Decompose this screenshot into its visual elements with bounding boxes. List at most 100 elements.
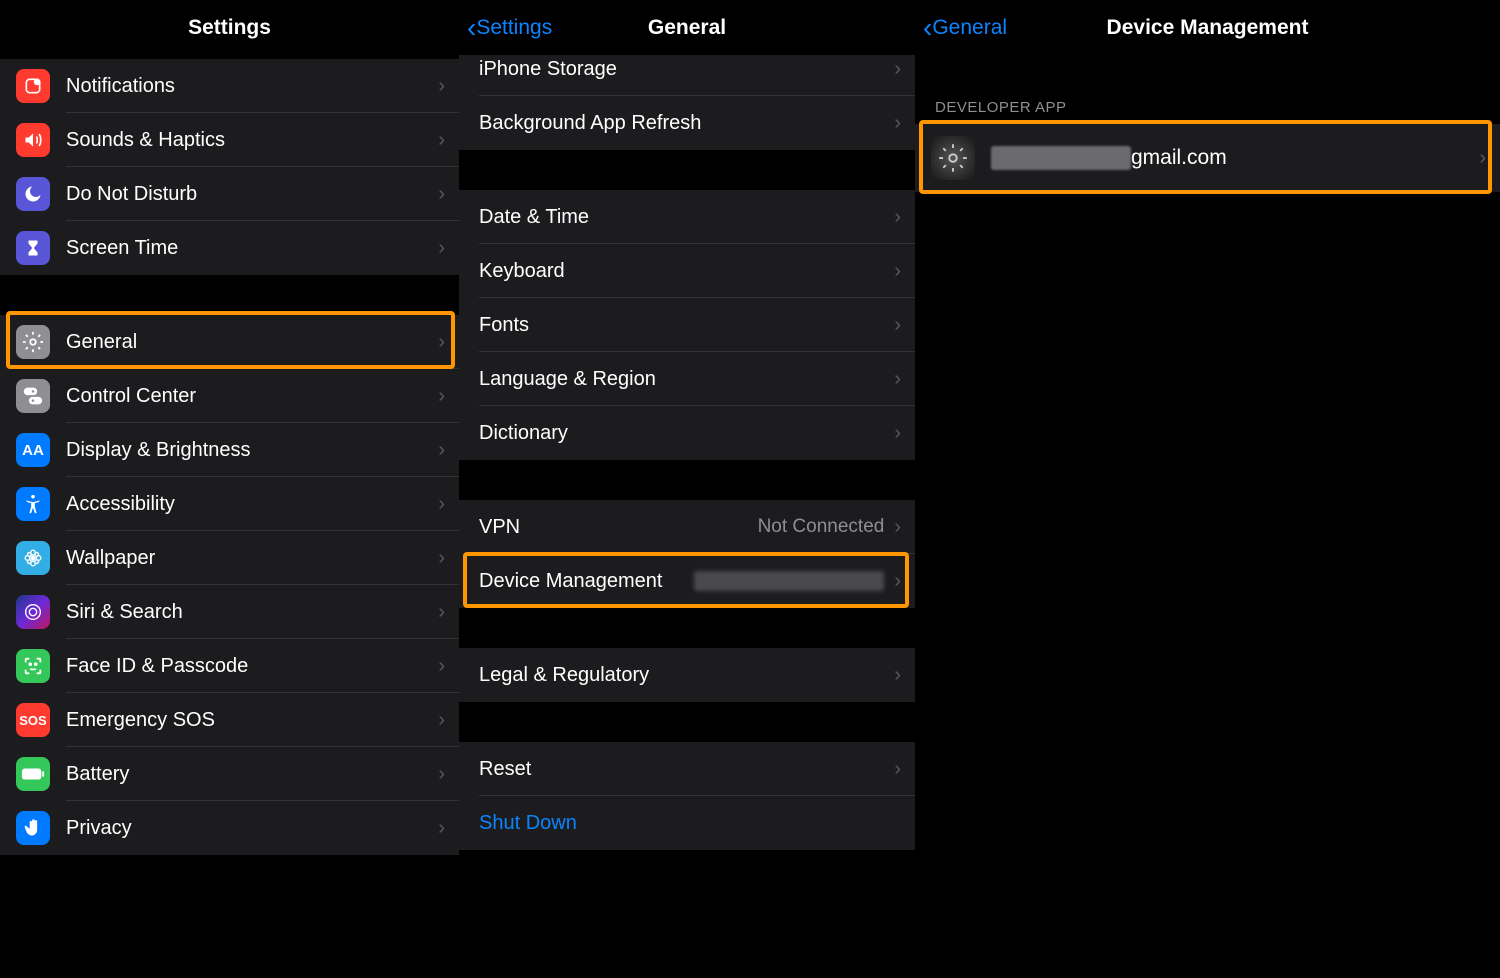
- device-management-panel: ‹ General Device Management DEVELOPER AP…: [915, 0, 1500, 978]
- battery-icon: [16, 757, 50, 791]
- chevron-right-icon: ›: [438, 385, 445, 408]
- settings-row-battery[interactable]: Battery›: [0, 747, 459, 801]
- settings-row-display-brightness[interactable]: AA Display & Brightness›: [0, 423, 459, 477]
- siri-icon: [16, 595, 50, 629]
- chevron-right-icon: ›: [894, 570, 901, 593]
- chevron-right-icon: ›: [894, 516, 901, 539]
- general-row-iphone-storage[interactable]: iPhone Storage›: [459, 42, 915, 96]
- settings-row-accessibility[interactable]: Accessibility›: [0, 477, 459, 531]
- chevron-right-icon: ›: [438, 709, 445, 732]
- developer-profile-row[interactable]: gmail.com ›: [915, 124, 1500, 192]
- settings-row-control-center[interactable]: Control Center›: [0, 369, 459, 423]
- settings-group-1: Notifications›Sounds & Haptics›Do Not Di…: [0, 59, 459, 275]
- row-label: Device Management: [479, 570, 694, 593]
- chevron-right-icon: ›: [438, 183, 445, 206]
- settings-row-face-id-passcode[interactable]: Face ID & Passcode›: [0, 639, 459, 693]
- settings-row-privacy[interactable]: Privacy›: [0, 801, 459, 855]
- general-row-language-region[interactable]: Language & Region›: [459, 352, 915, 406]
- chevron-right-icon: ›: [438, 439, 445, 462]
- settings-row-do-not-disturb[interactable]: Do Not Disturb›: [0, 167, 459, 221]
- chevron-right-icon: ›: [438, 547, 445, 570]
- row-label: Face ID & Passcode: [66, 655, 438, 678]
- chevron-right-icon: ›: [438, 331, 445, 354]
- general-group-2: Date & Time›Keyboard›Fonts›Language & Re…: [459, 190, 915, 460]
- settings-row-emergency-sos[interactable]: SOS Emergency SOS›: [0, 693, 459, 747]
- nav-header: Settings: [0, 0, 459, 55]
- nav-header: ‹ General Device Management: [915, 0, 1500, 55]
- general-group-5: Reset› Shut Down: [459, 742, 915, 850]
- chevron-right-icon: ›: [894, 260, 901, 283]
- back-label: General: [932, 16, 1007, 40]
- row-label: Date & Time: [479, 206, 894, 229]
- sos-icon: SOS: [16, 703, 50, 737]
- moon-icon: [16, 177, 50, 211]
- general-panel: ‹ Settings General iPhone Storage›Backgr…: [459, 0, 915, 978]
- row-label: iPhone Storage: [479, 58, 894, 81]
- chevron-right-icon: ›: [438, 601, 445, 624]
- hourglass-icon: [16, 231, 50, 265]
- general-row-date-time[interactable]: Date & Time›: [459, 190, 915, 244]
- settings-row-screen-time[interactable]: Screen Time›: [0, 221, 459, 275]
- general-row-fonts[interactable]: Fonts›: [459, 298, 915, 352]
- row-label: Background App Refresh: [479, 112, 894, 135]
- chevron-right-icon: ›: [894, 664, 901, 687]
- chevron-right-icon: ›: [894, 206, 901, 229]
- settings-group-2: General›Control Center›AADisplay & Brigh…: [0, 315, 459, 855]
- row-detail: Not Connected: [758, 516, 885, 538]
- accessibility-icon: [16, 487, 50, 521]
- general-row-reset[interactable]: Reset›: [459, 742, 915, 796]
- settings-row-general[interactable]: General›: [0, 315, 459, 369]
- row-label: Display & Brightness: [66, 439, 438, 462]
- back-button[interactable]: ‹ General: [915, 14, 1007, 42]
- row-label: Shut Down: [479, 812, 901, 835]
- row-label: Screen Time: [66, 237, 438, 260]
- general-row-keyboard[interactable]: Keyboard›: [459, 244, 915, 298]
- back-button[interactable]: ‹ Settings: [459, 14, 552, 42]
- general-row-background-app-refresh[interactable]: Background App Refresh›: [459, 96, 915, 150]
- row-label: VPN: [479, 516, 758, 539]
- general-row-shut-down[interactable]: Shut Down: [459, 796, 915, 850]
- row-label: Privacy: [66, 817, 438, 840]
- chevron-right-icon: ›: [438, 237, 445, 260]
- chevron-left-icon: ‹: [923, 14, 932, 42]
- chevron-right-icon: ›: [894, 758, 901, 781]
- redacted-text: [694, 571, 884, 591]
- general-group-3: VPNNot Connected › Device Management ›: [459, 500, 915, 608]
- chevron-right-icon: ›: [894, 112, 901, 135]
- hand-icon: [16, 811, 50, 845]
- chevron-right-icon: ›: [438, 655, 445, 678]
- general-row-vpn[interactable]: VPNNot Connected ›: [459, 500, 915, 554]
- chevron-right-icon: ›: [438, 763, 445, 786]
- chevron-right-icon: ›: [438, 817, 445, 840]
- chevron-right-icon: ›: [438, 129, 445, 152]
- aa-icon: AA: [16, 433, 50, 467]
- row-label: Accessibility: [66, 493, 438, 516]
- row-label: Reset: [479, 758, 894, 781]
- row-label: Siri & Search: [66, 601, 438, 624]
- row-label: Sounds & Haptics: [66, 129, 438, 152]
- settings-row-sounds-haptics[interactable]: Sounds & Haptics›: [0, 113, 459, 167]
- row-label: Language & Region: [479, 368, 894, 391]
- back-label: Settings: [476, 16, 552, 40]
- settings-row-siri-search[interactable]: Siri & Search›: [0, 585, 459, 639]
- row-label: Keyboard: [479, 260, 894, 283]
- general-row-legal-regulatory[interactable]: Legal & Regulatory›: [459, 648, 915, 702]
- section-header: DEVELOPER APP: [915, 99, 1500, 124]
- row-label: Emergency SOS: [66, 709, 438, 732]
- notifications-icon: [16, 69, 50, 103]
- row-label: Fonts: [479, 314, 894, 337]
- row-label: Notifications: [66, 75, 438, 98]
- general-row-dictionary[interactable]: Dictionary›: [459, 406, 915, 460]
- settings-row-wallpaper[interactable]: Wallpaper›: [0, 531, 459, 585]
- sound-icon: [16, 123, 50, 157]
- chevron-right-icon: ›: [894, 58, 901, 81]
- row-label: Do Not Disturb: [66, 183, 438, 206]
- chevron-right-icon: ›: [438, 75, 445, 98]
- row-label: General: [66, 331, 438, 354]
- redacted-text: [991, 146, 1131, 170]
- settings-row-notifications[interactable]: Notifications›: [0, 59, 459, 113]
- chevron-right-icon: ›: [438, 493, 445, 516]
- general-row-device-management[interactable]: Device Management ›: [459, 554, 915, 608]
- toggles-icon: [16, 379, 50, 413]
- page-title: Device Management: [1107, 16, 1309, 40]
